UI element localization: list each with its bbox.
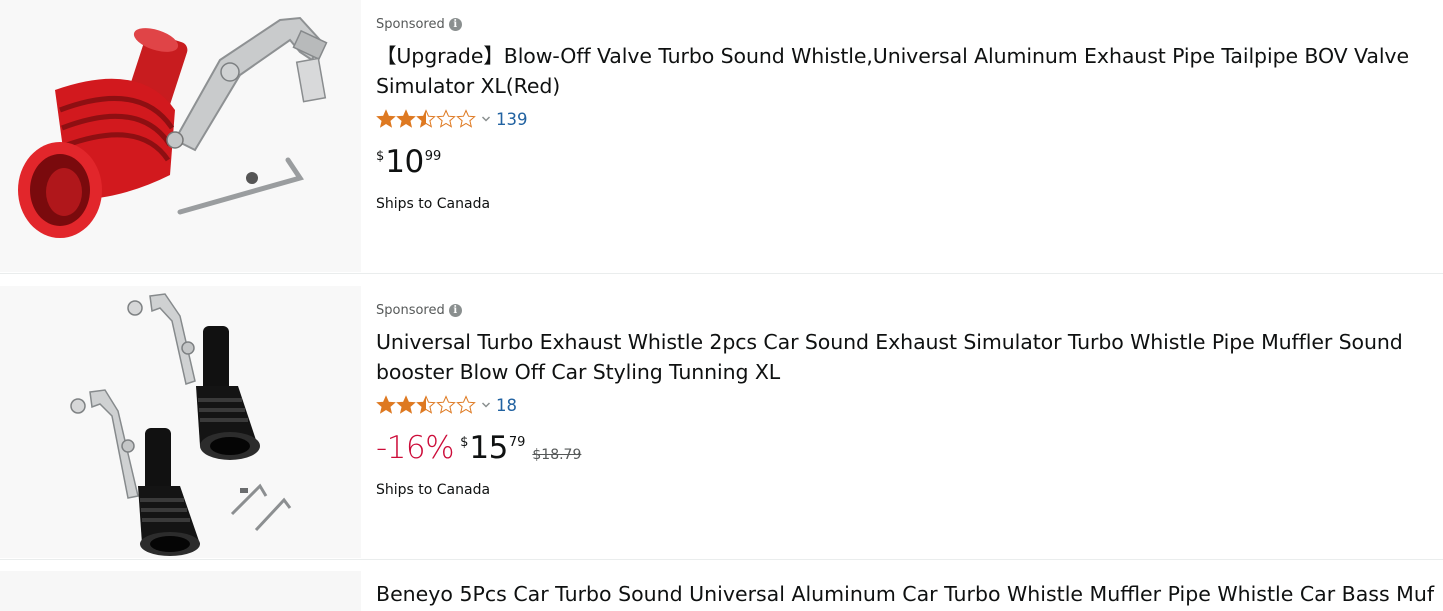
shipping-info: Ships to Canada (376, 196, 491, 212)
star-icons (376, 110, 476, 128)
rating-row: 139 (376, 107, 528, 131)
review-count-link[interactable]: 139 (496, 110, 528, 129)
search-result-2: Sponsored i Universal Turbo Exhaust Whis… (0, 286, 1443, 558)
price-fraction: 79 (508, 435, 526, 450)
list-price: $18.79 (532, 447, 582, 463)
price: $ 10 99 (376, 144, 441, 180)
price-symbol: $ (376, 149, 385, 164)
discount-badge: -16% (376, 430, 455, 466)
star-rating[interactable] (376, 395, 476, 415)
price-fraction: 99 (424, 149, 442, 164)
black-turbo-whistle-image (0, 286, 361, 558)
price: $ 15 79 (460, 430, 525, 466)
price-row[interactable]: -16% $ 15 79 $18.79 (376, 430, 581, 470)
info-icon[interactable]: i (448, 303, 462, 317)
red-turbo-whistle-image (0, 0, 361, 272)
chevron-down-icon[interactable] (481, 114, 491, 124)
product-image-black-turbo-whistle[interactable] (0, 286, 361, 558)
product-title-link[interactable]: Universal Turbo Exhaust Whistle 2pcs Car… (376, 327, 1436, 387)
product-image-partial[interactable] (0, 571, 361, 611)
shipping-info: Ships to Canada (376, 482, 491, 498)
sponsored-label[interactable]: Sponsored i (376, 301, 462, 319)
star-icons (376, 396, 476, 414)
price-whole: 15 (469, 430, 508, 466)
info-icon[interactable]: i (448, 17, 462, 31)
sponsored-text: Sponsored (376, 302, 445, 318)
star-rating[interactable] (376, 109, 476, 129)
sponsored-text: Sponsored (376, 16, 445, 32)
divider (0, 273, 1443, 274)
price-whole: 10 (385, 144, 424, 180)
product-title-link[interactable]: Beneyo 5Pcs Car Turbo Sound Universal Al… (376, 579, 1436, 609)
search-result-1: Sponsored i 【Upgrade】Blow-Off Valve Turb… (0, 0, 1443, 272)
price-row[interactable]: $ 10 99 (376, 144, 441, 184)
product-image-red-turbo-whistle[interactable] (0, 0, 361, 272)
review-count-link[interactable]: 18 (496, 396, 517, 415)
rating-row: 18 (376, 393, 517, 417)
search-result-3: Beneyo 5Pcs Car Turbo Sound Universal Al… (0, 571, 1443, 611)
product-title-link[interactable]: 【Upgrade】Blow-Off Valve Turbo Sound Whis… (376, 41, 1436, 101)
sponsored-label[interactable]: Sponsored i (376, 15, 462, 33)
divider (0, 559, 1443, 560)
chevron-down-icon[interactable] (481, 400, 491, 410)
price-symbol: $ (460, 435, 469, 450)
